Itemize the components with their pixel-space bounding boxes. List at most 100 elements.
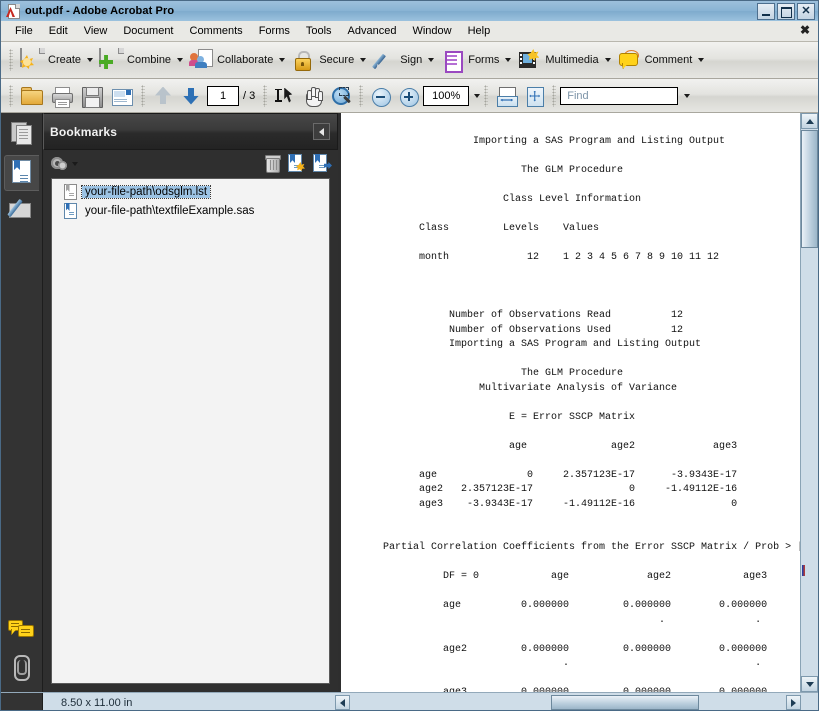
status-bar-rail-filler bbox=[1, 693, 43, 711]
menu-item-window[interactable]: Window bbox=[404, 23, 459, 39]
sidebar-item-bookmarks[interactable] bbox=[4, 155, 39, 191]
gear-options-icon[interactable] bbox=[51, 156, 69, 172]
chevron-down-icon[interactable] bbox=[605, 58, 611, 62]
hand-tool-button[interactable] bbox=[299, 82, 327, 110]
comment-icon bbox=[617, 49, 641, 71]
select-text-icon bbox=[274, 85, 296, 107]
bookmarks-panel-title: Bookmarks bbox=[50, 125, 117, 139]
chevron-down-icon[interactable] bbox=[360, 58, 366, 62]
trash-icon[interactable] bbox=[265, 154, 279, 171]
save-button[interactable] bbox=[77, 82, 107, 110]
menu-item-advanced[interactable]: Advanced bbox=[340, 23, 405, 39]
find-input[interactable] bbox=[560, 87, 678, 105]
menu-item-tools[interactable]: Tools bbox=[298, 23, 340, 39]
menu-item-edit[interactable]: Edit bbox=[41, 23, 76, 39]
toolbar-grip[interactable] bbox=[141, 85, 145, 107]
hand-icon bbox=[302, 85, 324, 107]
email-icon bbox=[110, 85, 134, 107]
combine-button[interactable]: Combine bbox=[96, 46, 186, 74]
save-icon bbox=[80, 85, 104, 107]
chevron-down-icon[interactable] bbox=[72, 162, 78, 166]
page-count-label: / 3 bbox=[243, 90, 255, 102]
multimedia-button[interactable]: Multimedia bbox=[514, 46, 613, 74]
menu-item-forms[interactable]: Forms bbox=[251, 23, 298, 39]
menu-bar: File Edit View Document Comments Forms T… bbox=[1, 21, 818, 42]
toolbar-grip[interactable] bbox=[9, 85, 13, 107]
multimedia-icon bbox=[517, 49, 541, 71]
next-page-button[interactable] bbox=[177, 82, 205, 110]
close-button[interactable]: ✕ bbox=[797, 3, 815, 20]
toolbar-grip[interactable] bbox=[9, 49, 13, 71]
scroll-right-button[interactable] bbox=[786, 695, 801, 710]
select-tool-button[interactable] bbox=[271, 82, 299, 110]
menu-item-file[interactable]: File bbox=[7, 23, 41, 39]
sidebar-item-pages[interactable] bbox=[5, 117, 39, 151]
fit-width-icon bbox=[495, 85, 517, 107]
toolbar-grip[interactable] bbox=[484, 85, 488, 107]
close-document-button[interactable]: ✖ bbox=[800, 24, 810, 36]
bookmark-item[interactable]: your-file-path\odsglm.lst bbox=[52, 182, 329, 201]
scroll-up-button[interactable] bbox=[801, 113, 818, 129]
main-area: Bookmarks bbox=[1, 113, 818, 692]
chevron-down-icon[interactable] bbox=[474, 94, 480, 98]
pdf-page[interactable]: Importing a SAS Program and Listing Outp… bbox=[341, 113, 801, 692]
forms-button[interactable]: Forms bbox=[437, 46, 514, 74]
secure-button[interactable]: Secure bbox=[288, 46, 369, 74]
toolbar-grip[interactable] bbox=[552, 85, 556, 107]
create-button[interactable]: Create bbox=[17, 46, 96, 74]
print-icon bbox=[50, 85, 74, 107]
window-title: out.pdf - Adobe Acrobat Pro bbox=[25, 5, 174, 17]
bookmarks-toolbar bbox=[43, 150, 338, 178]
sign-button[interactable]: Sign bbox=[369, 46, 437, 74]
fit-page-button[interactable] bbox=[520, 82, 548, 110]
vertical-scroll-thumb[interactable] bbox=[801, 130, 818, 248]
window-controls: ✕ bbox=[757, 3, 815, 20]
horizontal-scroll-track[interactable] bbox=[350, 695, 786, 710]
sidebar-item-signatures[interactable] bbox=[5, 195, 39, 229]
chevron-down-icon[interactable] bbox=[428, 58, 434, 62]
marquee-zoom-button[interactable] bbox=[327, 82, 355, 110]
chevron-down-icon[interactable] bbox=[698, 58, 704, 62]
toolbar-grip[interactable] bbox=[263, 85, 267, 107]
chevron-down-icon[interactable] bbox=[279, 58, 285, 62]
menu-item-help[interactable]: Help bbox=[460, 23, 499, 39]
print-button[interactable] bbox=[47, 82, 77, 110]
chevron-down-icon[interactable] bbox=[505, 58, 511, 62]
menu-item-view[interactable]: View bbox=[76, 23, 116, 39]
page-number-input[interactable]: 1 bbox=[207, 86, 239, 106]
bookmark-item-label: your-file-path\odsglm.lst bbox=[82, 186, 210, 198]
previous-page-button[interactable] bbox=[149, 82, 177, 110]
chevron-down-icon[interactable] bbox=[177, 58, 183, 62]
zoom-level-input[interactable]: 100% bbox=[423, 86, 469, 106]
sidebar-item-attachments[interactable] bbox=[5, 652, 39, 686]
open-folder-icon bbox=[20, 85, 44, 107]
toolbar-grip[interactable] bbox=[359, 85, 363, 107]
zoom-out-button[interactable] bbox=[367, 82, 395, 110]
scroll-down-button[interactable] bbox=[801, 676, 818, 692]
chevron-down-icon[interactable] bbox=[87, 58, 93, 62]
sidebar-item-comments[interactable] bbox=[5, 614, 39, 648]
forms-icon bbox=[440, 49, 464, 71]
find-field[interactable] bbox=[565, 89, 673, 103]
vertical-scrollbar[interactable] bbox=[800, 113, 818, 692]
zoom-in-button[interactable] bbox=[395, 82, 423, 110]
new-bookmark-icon[interactable] bbox=[288, 154, 304, 171]
menu-item-document[interactable]: Document bbox=[115, 23, 181, 39]
chevron-down-icon[interactable] bbox=[684, 94, 690, 98]
comment-button[interactable]: Comment bbox=[614, 46, 708, 74]
maximize-button[interactable] bbox=[777, 3, 795, 20]
collaborate-button[interactable]: Collaborate bbox=[186, 46, 288, 74]
scroll-left-button[interactable] bbox=[335, 695, 350, 710]
email-button[interactable] bbox=[107, 82, 137, 110]
collapse-left-icon[interactable] bbox=[313, 123, 330, 140]
open-button[interactable] bbox=[17, 82, 47, 110]
fit-width-button[interactable] bbox=[492, 82, 520, 110]
horizontal-scroll-thumb[interactable] bbox=[551, 695, 699, 710]
marquee-zoom-icon bbox=[330, 85, 352, 107]
menu-item-comments[interactable]: Comments bbox=[182, 23, 251, 39]
bookmark-arrow-icon[interactable] bbox=[313, 154, 330, 171]
zoom-in-icon bbox=[398, 85, 420, 107]
bookmark-item[interactable]: your-file-path\textfileExample.sas bbox=[52, 201, 329, 220]
horizontal-scrollbar[interactable] bbox=[335, 694, 801, 711]
minimize-button[interactable] bbox=[757, 3, 775, 20]
